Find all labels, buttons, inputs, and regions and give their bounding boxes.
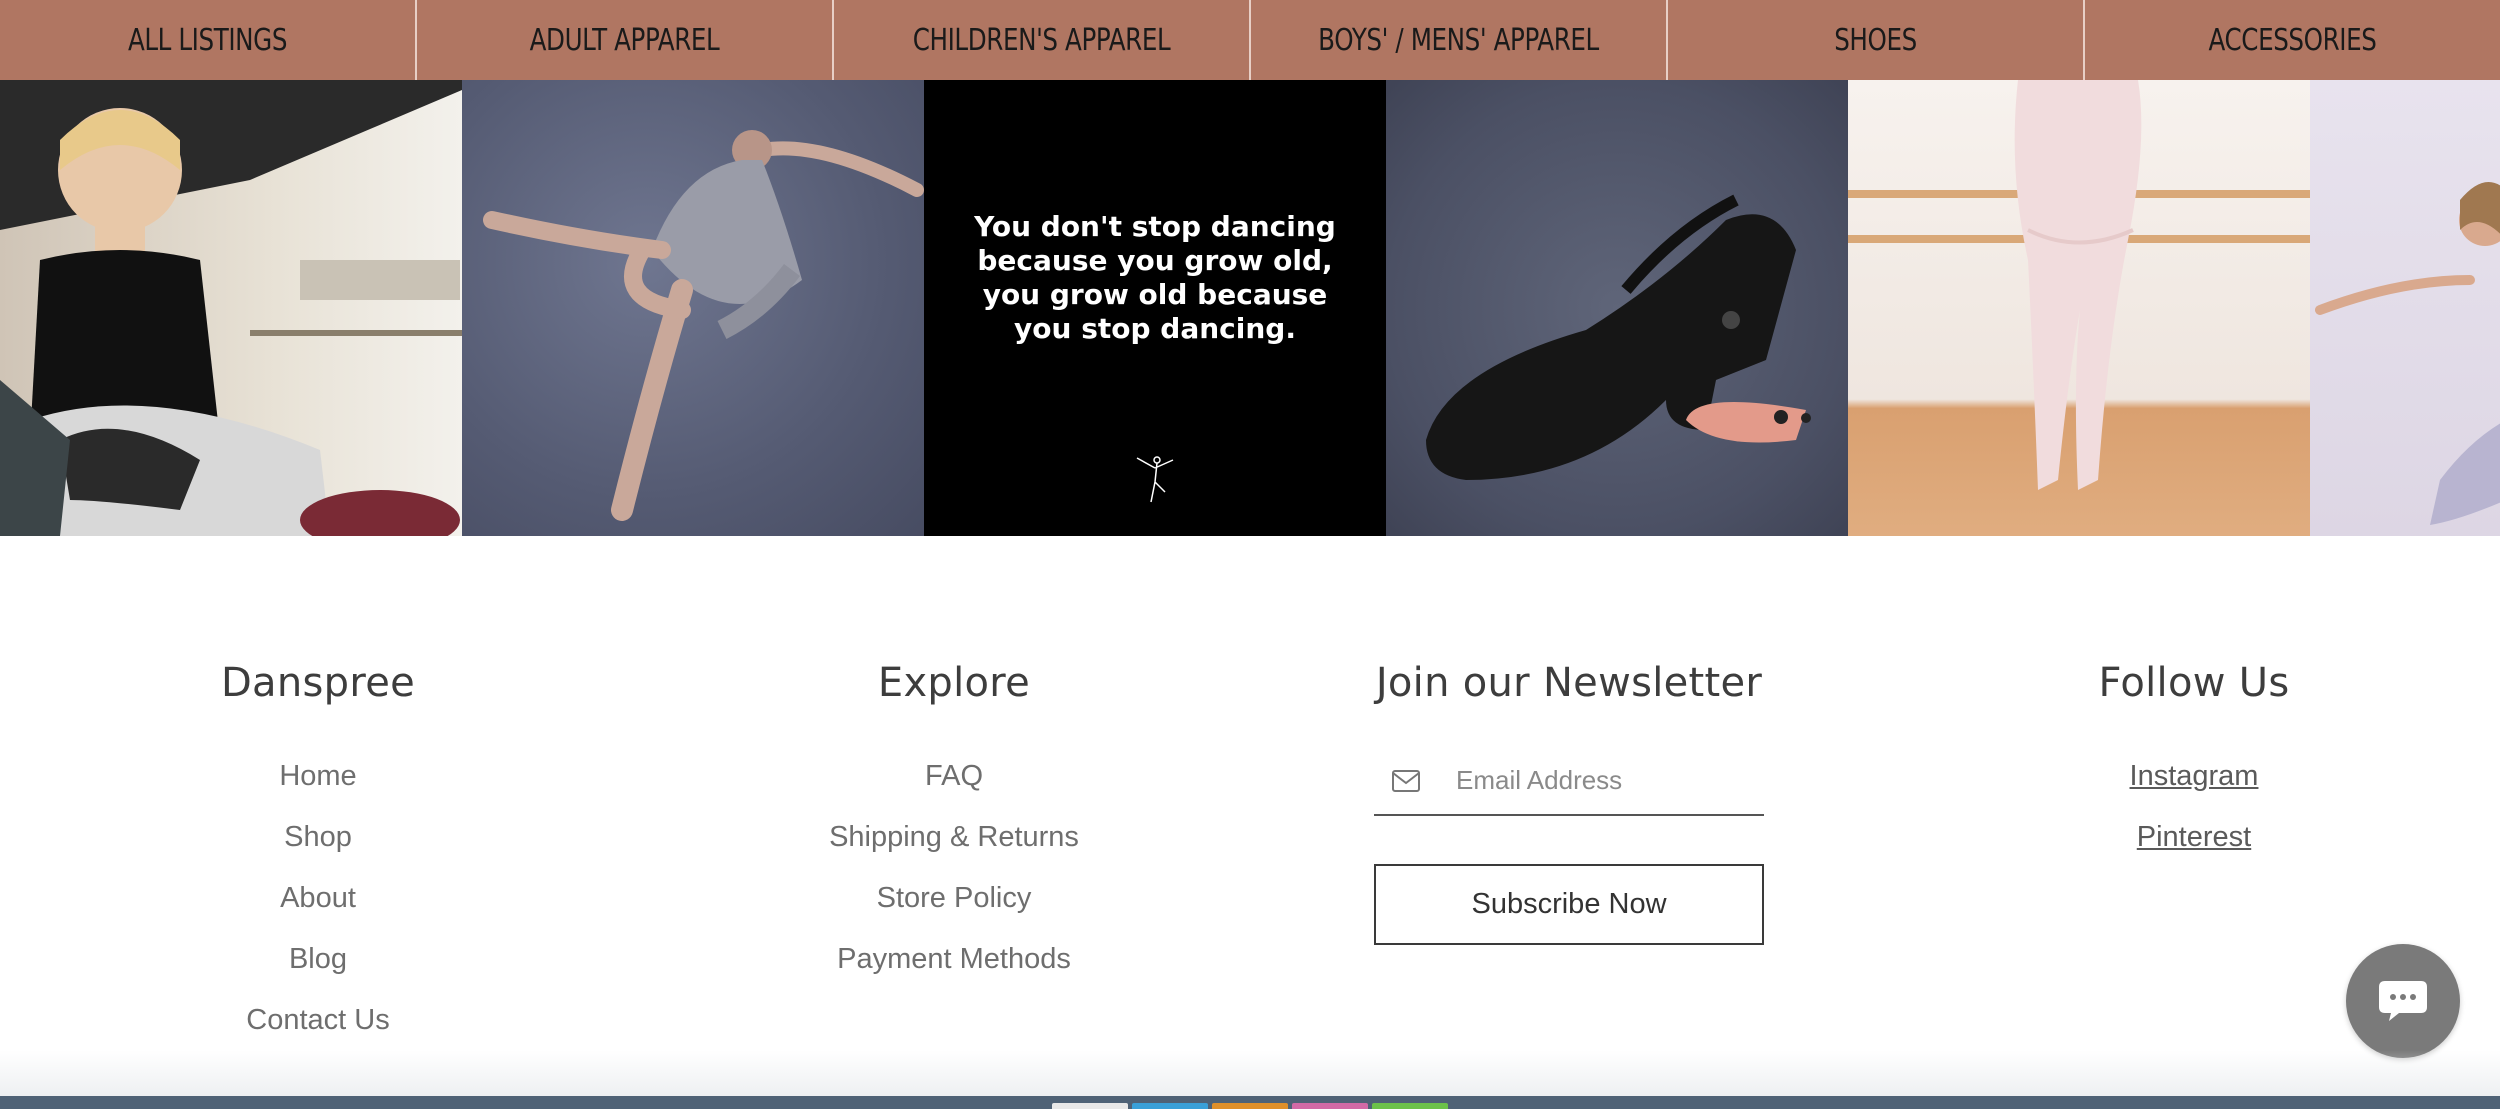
gallery-photo-convertible-tights[interactable] — [1848, 80, 2310, 536]
footer-link-pinterest[interactable]: Pinterest — [1994, 807, 2394, 868]
footer-link-faq[interactable]: FAQ — [754, 746, 1154, 807]
nav-boys-mens-apparel[interactable]: BOYS' / MENS' APPAREL — [1288, 0, 1628, 80]
brand-heading: Danspree — [220, 660, 416, 706]
gallery-photo-leaping-dancer[interactable] — [462, 80, 924, 536]
footer-link-about[interactable]: About — [118, 868, 518, 929]
gallery-photo-character-shoe[interactable] — [1386, 80, 1848, 536]
footer-link-shipping-returns[interactable]: Shipping & Returns — [754, 807, 1154, 868]
dock-app-icon[interactable] — [1292, 1103, 1368, 1109]
nav-divider — [1249, 0, 1251, 80]
follow-heading: Follow Us — [2098, 660, 2290, 706]
footer-link-home[interactable]: Home — [118, 746, 518, 807]
mail-icon — [1392, 770, 1420, 792]
footer-link-payment-methods[interactable]: Payment Methods — [754, 929, 1154, 990]
footer-follow-column: Follow Us Instagram Pinterest — [1994, 660, 2394, 868]
nav-childrens-apparel[interactable]: CHILDREN'S APPAREL — [871, 0, 1211, 80]
footer-link-instagram[interactable]: Instagram — [1994, 746, 2394, 807]
leaping-dancer-illustration — [483, 130, 924, 521]
chat-button[interactable] — [2346, 944, 2460, 1058]
nav-accessories[interactable]: ACCESSORIES — [2122, 0, 2462, 80]
email-input[interactable] — [1454, 763, 1758, 797]
dock-app-icon[interactable] — [1132, 1103, 1208, 1109]
nav-divider — [2083, 0, 2085, 80]
nav-all-listings[interactable]: ALL LISTINGS — [37, 0, 377, 80]
email-field-wrapper — [1374, 746, 1764, 816]
young-dancer-illustration — [2315, 182, 2500, 525]
footer-brand-column: Danspree Home Shop About Blog Contact Us — [118, 660, 518, 1051]
nav-adult-apparel[interactable]: ADULT APPAREL — [454, 0, 794, 80]
footer-link-store-policy[interactable]: Store Policy — [754, 868, 1154, 929]
gallery-photo-young-dancer[interactable] — [2310, 80, 2500, 536]
dock-app-icon[interactable] — [1212, 1103, 1288, 1109]
os-taskbar — [0, 1096, 2500, 1109]
footer-explore-column: Explore FAQ Shipping & Returns Store Pol… — [754, 660, 1154, 990]
dancer-seated-illustration — [0, 80, 462, 536]
dock-app-icon[interactable] — [1372, 1103, 1448, 1109]
nav-divider — [832, 0, 834, 80]
footer-newsletter-column: Join our Newsletter Subscribe Now — [1374, 660, 1764, 945]
newsletter-heading: Join our Newsletter — [1375, 660, 1763, 706]
character-shoe-illustration — [1426, 194, 1811, 481]
nav-shoes[interactable]: SHOES — [1705, 0, 2045, 80]
dancer-logo-icon — [1136, 456, 1174, 503]
instagram-gallery: You don't stop dancing because you grow … — [0, 80, 2500, 536]
social-links: Instagram Pinterest — [1994, 746, 2394, 868]
nav-divider — [1666, 0, 1668, 80]
brand-links: Home Shop About Blog Contact Us — [118, 746, 518, 1051]
category-nav: ALL LISTINGS ADULT APPAREL CHILDREN'S AP… — [0, 0, 2500, 80]
nav-divider — [415, 0, 417, 80]
subscribe-button[interactable]: Subscribe Now — [1374, 864, 1764, 945]
tights-illustration — [1848, 80, 2310, 490]
explore-heading: Explore — [877, 660, 1031, 706]
footer-link-contact-us[interactable]: Contact Us — [118, 990, 518, 1051]
dock-app-icon[interactable] — [1052, 1103, 1128, 1109]
footer-link-shop[interactable]: Shop — [118, 807, 518, 868]
page-bottom-fade — [0, 1050, 2500, 1096]
gallery-quote-tile[interactable]: You don't stop dancing because you grow … — [924, 80, 1386, 536]
dance-quote: You don't stop dancing because you grow … — [974, 210, 1336, 345]
chat-icon — [2379, 981, 2427, 1021]
gallery-photo-dancer-seated[interactable] — [0, 80, 462, 536]
explore-links: FAQ Shipping & Returns Store Policy Paym… — [754, 746, 1154, 990]
footer-link-blog[interactable]: Blog — [118, 929, 518, 990]
